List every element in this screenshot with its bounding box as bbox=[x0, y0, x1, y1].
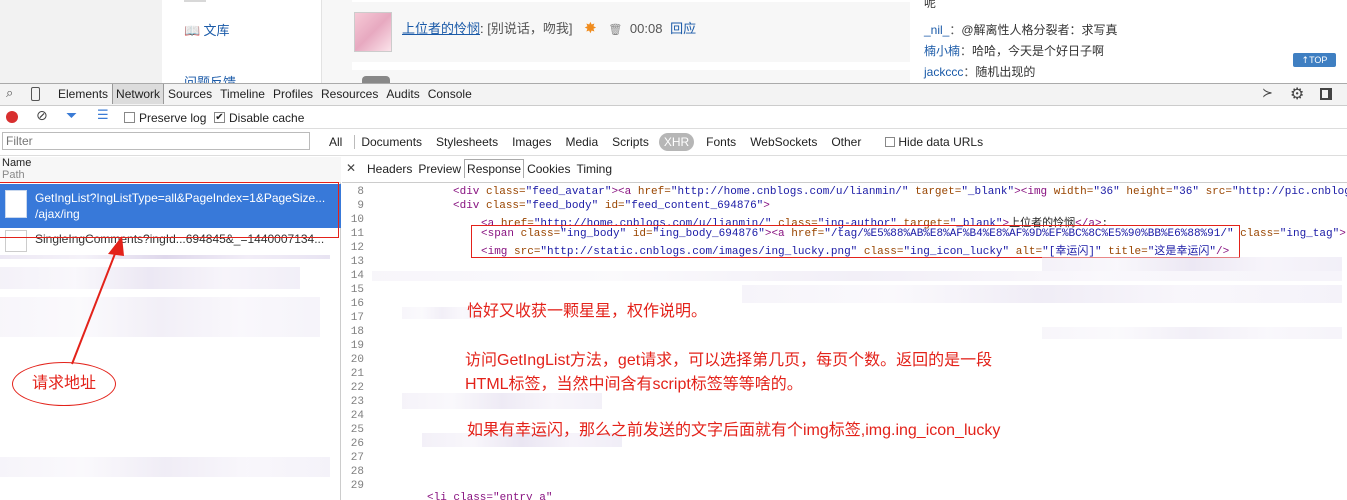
filter-other[interactable]: Other bbox=[831, 135, 861, 149]
blurred-row bbox=[0, 297, 320, 337]
disable-cache-label: Disable cache bbox=[229, 111, 305, 125]
blurred-code bbox=[742, 285, 1342, 303]
tab-resources[interactable]: Resources bbox=[317, 84, 382, 104]
preserve-log-checkbox[interactable] bbox=[124, 112, 135, 123]
devtools-panel: ⌕ Elements Network Sources Timeline Profiles… bbox=[0, 83, 1347, 500]
devtools-tabbar: ⌕ Elements Network Sources Timeline Profiles… bbox=[0, 84, 1347, 106]
tab-elements[interactable]: Elements bbox=[54, 84, 112, 104]
console-drawer-icon[interactable]: ≻ bbox=[1262, 86, 1273, 101]
blurred-code bbox=[1042, 257, 1342, 271]
next-avatar bbox=[362, 76, 390, 83]
side-top-text: 呢 bbox=[924, 0, 937, 10]
col-path-header: Path bbox=[2, 169, 25, 181]
device-mode-icon[interactable] bbox=[31, 87, 40, 101]
record-button[interactable] bbox=[6, 111, 18, 123]
tab-profiles[interactable]: Profiles bbox=[269, 84, 317, 104]
next-card bbox=[352, 70, 910, 83]
comment-author-link[interactable]: 上位者的怜悯 bbox=[402, 21, 480, 36]
filter-xhr[interactable]: XHR bbox=[658, 133, 695, 151]
sidebar-cut-icon bbox=[184, 0, 206, 2]
blurred-code bbox=[402, 393, 602, 409]
request-list-header: Name Path bbox=[0, 157, 341, 183]
col-name-header[interactable]: Name bbox=[2, 157, 31, 169]
list-view-icon[interactable]: ☰ bbox=[97, 108, 109, 123]
filter-media[interactable]: Media bbox=[565, 135, 598, 149]
code-line-9: <div class="feed_body" id="feed_content_… bbox=[453, 200, 770, 212]
webpage-background: 📖 文库 问题反馈 上位者的怜悯: [别说话，吻我] ✸ 🗑 00:08 回应 … bbox=[0, 0, 1347, 83]
filter-stylesheets[interactable]: Stylesheets bbox=[436, 135, 498, 149]
hide-data-urls-label: Hide data URLs bbox=[898, 135, 984, 149]
blurred-code bbox=[372, 271, 1342, 281]
filter-all[interactable]: All bbox=[329, 135, 342, 149]
filter-row: All Documents Stylesheets Images Media Script… bbox=[0, 130, 1347, 156]
clear-icon[interactable]: ⊘ bbox=[36, 108, 48, 124]
panel-tabs: Elements Network Sources Timeline Profiles Re… bbox=[54, 84, 476, 104]
avatar[interactable] bbox=[354, 12, 392, 52]
detail-tabs: Headers Preview Response Cookies Timing bbox=[364, 159, 615, 178]
filter-fonts[interactable]: Fonts bbox=[706, 135, 736, 149]
blurred-code bbox=[1042, 327, 1342, 339]
callout-arrow bbox=[71, 236, 124, 365]
filter-input[interactable] bbox=[2, 132, 310, 150]
left-margin bbox=[0, 0, 162, 83]
tab-timing[interactable]: Timing bbox=[573, 160, 615, 178]
annotation-note-1: 恰好又收获一颗星星，权作说明。 bbox=[467, 303, 708, 320]
tab-timeline[interactable]: Timeline bbox=[216, 84, 269, 104]
wenku-link[interactable]: 📖 文库 bbox=[184, 20, 230, 39]
blurred-row bbox=[0, 267, 300, 289]
network-toolbar: ⊘ ⏷ ☰ Preserve log ✔ Disable cache bbox=[0, 107, 1347, 129]
detail-pane: ✕ Headers Preview Response Cookies Timing 8 … bbox=[342, 157, 1347, 500]
tab-audits[interactable]: Audits bbox=[382, 84, 423, 104]
highlight-box bbox=[0, 182, 339, 238]
gear-icon[interactable]: ⚙ bbox=[1290, 84, 1304, 103]
close-icon[interactable]: ✕ bbox=[346, 161, 356, 175]
request-list: Name Path GetIngList?IngListType=all&Pag… bbox=[0, 157, 341, 500]
comment-time: 00:08 bbox=[629, 21, 663, 36]
side-list: _nil_：@解离性人格分裂者：求写真 楠小楠：哈哈，今天是个好日子啊 jack… bbox=[924, 20, 1224, 83]
disable-cache-checkbox[interactable]: ✔ bbox=[214, 112, 225, 123]
code-highlight-box bbox=[471, 225, 1240, 258]
blurred-row bbox=[0, 457, 330, 477]
preserve-log-label: Preserve log bbox=[139, 111, 207, 125]
dock-icon[interactable] bbox=[1320, 88, 1332, 100]
tab-preview[interactable]: Preview bbox=[415, 160, 464, 178]
tab-headers[interactable]: Headers bbox=[364, 160, 415, 178]
side-item: jackccc：随机出现的 bbox=[924, 65, 1036, 79]
reply-link[interactable]: 回应 bbox=[670, 21, 696, 36]
detail-tabbar: ✕ Headers Preview Response Cookies Timing bbox=[342, 157, 1347, 183]
book-icon: 📖 bbox=[184, 24, 201, 39]
filter-funnel-icon[interactable]: ⏷ bbox=[66, 108, 77, 124]
filter-scripts[interactable]: Scripts bbox=[612, 135, 649, 149]
lucky-star-icon: ✸ bbox=[584, 19, 597, 37]
side-item: _nil_：@解离性人格分裂者：求写真 bbox=[924, 23, 1118, 37]
filter-images[interactable]: Images bbox=[512, 135, 551, 149]
side-item: 楠小楠：哈哈，今天是个好日子啊 bbox=[924, 44, 1105, 58]
filter-websockets[interactable]: WebSockets bbox=[750, 135, 817, 149]
tab-response[interactable]: Response bbox=[464, 159, 525, 178]
code-line-8: <div class="feed_avatar"><a href="http:/… bbox=[453, 186, 1347, 198]
arrow-up-icon: ↑ bbox=[1301, 56, 1310, 66]
back-to-top-button[interactable]: ↑TOP bbox=[1293, 53, 1336, 67]
annotation-note-2a: 访问GetIngList方法，get请求，可以选择第几页，每页个数。返回的是一段 bbox=[465, 352, 993, 369]
trash-icon[interactable]: 🗑 bbox=[608, 23, 622, 36]
tab-network[interactable]: Network bbox=[112, 84, 165, 104]
annotation-note-2b: HTML标签，当然中间含有script标签等等啥的。 bbox=[465, 376, 803, 393]
feedback-link[interactable]: 问题反馈 bbox=[184, 72, 236, 83]
hide-data-urls-checkbox[interactable] bbox=[885, 137, 896, 147]
tab-cookies[interactable]: Cookies bbox=[524, 160, 573, 178]
filter-documents[interactable]: Documents bbox=[361, 135, 422, 149]
page-sidebar: 📖 文库 问题反馈 bbox=[162, 0, 322, 83]
gutter bbox=[322, 0, 352, 83]
inspect-search-icon[interactable]: ⌕ bbox=[6, 86, 13, 101]
blurred-row bbox=[0, 255, 330, 259]
tab-console[interactable]: Console bbox=[424, 84, 476, 104]
type-filters: All Documents Stylesheets Images Media Script… bbox=[329, 133, 984, 151]
tab-sources[interactable]: Sources bbox=[164, 84, 216, 104]
annotation-note-3: 如果有幸运闪，那么之前发送的文字后面就有个img标签,img.ing_icon_… bbox=[467, 422, 1001, 439]
comment-card: 上位者的怜悯: [别说话，吻我] ✸ 🗑 00:08 回应 bbox=[352, 2, 910, 62]
comment-text: [别说话，吻我] bbox=[487, 21, 573, 36]
